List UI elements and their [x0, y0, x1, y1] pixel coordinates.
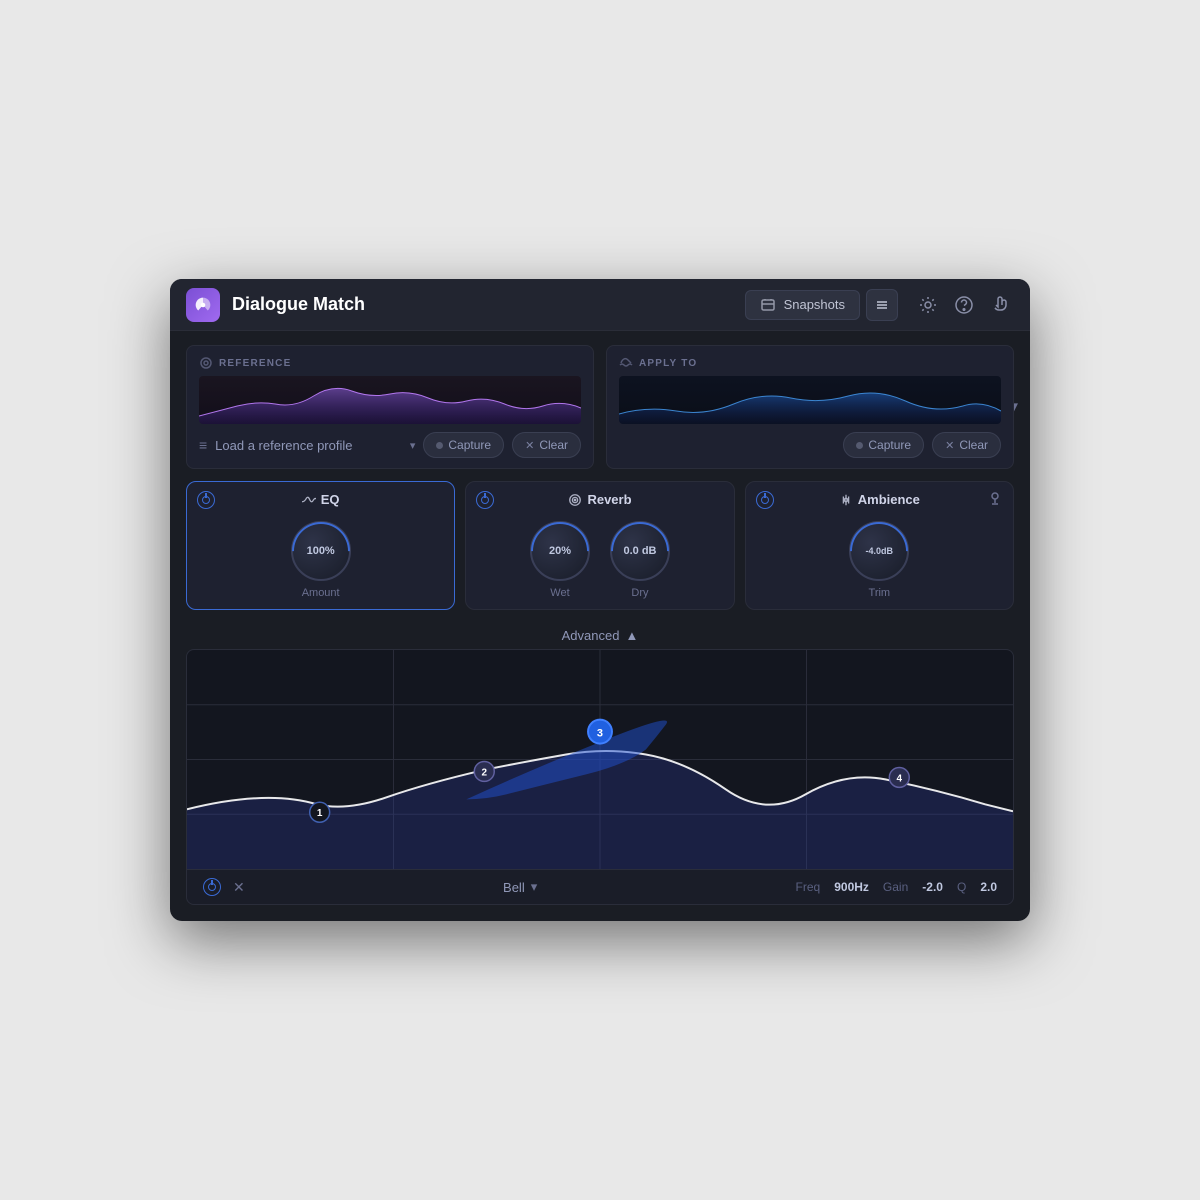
eq-graph[interactable]: 1 2 3 4	[186, 649, 1014, 869]
svg-text:4: 4	[896, 773, 902, 784]
apply-to-label: APPLY TO	[619, 356, 1001, 370]
clear-x-icon: ✕	[525, 439, 534, 452]
reference-panel: REFERENCE	[186, 345, 594, 469]
eq-amount-value: 100%	[307, 545, 335, 557]
reference-capture-button[interactable]: Capture	[423, 432, 504, 458]
apply-waveform	[619, 376, 1001, 424]
gain-label: Gain	[883, 880, 908, 894]
top-panels: REFERENCE	[186, 345, 1014, 469]
advanced-arrow-icon: ▲	[625, 628, 638, 643]
capture-dot-icon	[436, 442, 443, 449]
gain-value: -2.0	[922, 880, 943, 894]
app-title: Dialogue Match	[232, 294, 745, 315]
ambience-name: Ambience	[839, 492, 920, 507]
effect-panels: EQ 100% Amount	[186, 481, 1014, 610]
eq-bottom-bar: ✕ Bell ▾ Freq 900Hz Gain -2.0 Q 2.0	[186, 869, 1014, 905]
ambience-power-icon	[761, 496, 769, 504]
reference-clear-button[interactable]: ✕ Clear	[512, 432, 581, 458]
ambience-header: Ambience	[756, 492, 1003, 507]
reverb-dry-knob-wrap: 0.0 dB Dry	[610, 521, 670, 599]
eq-bottom-power-button[interactable]	[203, 878, 221, 896]
advanced-toggle[interactable]: Advanced ▲	[186, 622, 1014, 649]
reference-profile-select[interactable]: Load a reference profile	[215, 438, 398, 453]
freq-value: 900Hz	[834, 880, 869, 894]
eq-amount-knob[interactable]: 100%	[291, 521, 351, 581]
eq-close-button[interactable]: ✕	[233, 879, 245, 896]
svg-text:2: 2	[482, 767, 488, 778]
ambience-listen-icon[interactable]	[987, 490, 1003, 509]
reverb-power-icon	[481, 496, 489, 504]
reverb-wet-knob[interactable]: 20%	[530, 521, 590, 581]
reverb-dry-label: Dry	[631, 587, 648, 599]
reverb-wet-knob-wrap: 20% Wet	[530, 521, 590, 599]
reverb-header: Reverb	[476, 492, 723, 507]
eq-power-button[interactable]	[197, 491, 215, 509]
eq-params: Freq 900Hz Gain -2.0 Q 2.0	[796, 880, 997, 894]
app-window: Dialogue Match Snapshots	[170, 279, 1030, 921]
title-bar-right	[914, 291, 1014, 319]
svg-text:3: 3	[597, 728, 603, 740]
main-content: ▾ REFERENCE	[170, 331, 1030, 921]
settings-icon[interactable]	[914, 291, 942, 319]
ambience-trim-value: -4.0dB	[866, 546, 894, 556]
apply-clear-button[interactable]: ✕ Clear	[932, 432, 1001, 458]
gesture-icon[interactable]	[986, 291, 1014, 319]
ambience-trim-label: Trim	[869, 587, 891, 599]
q-label: Q	[957, 880, 966, 894]
reverb-card: Reverb 20% Wet 0.0 dB Dry	[465, 481, 734, 610]
q-value: 2.0	[980, 880, 997, 894]
snapshots-label: Snapshots	[784, 297, 845, 312]
ambience-power-button[interactable]	[756, 491, 774, 509]
eq-power-icon	[202, 496, 210, 504]
eq-type-arrow-icon: ▾	[531, 879, 538, 895]
svg-text:1: 1	[317, 808, 323, 819]
advanced-label: Advanced	[562, 628, 620, 643]
reverb-dry-value: 0.0 dB	[623, 545, 656, 557]
ambience-card: Ambience -4.0dB Trim	[745, 481, 1014, 610]
reference-menu-icon[interactable]: ≡	[199, 437, 207, 453]
reverb-wet-label: Wet	[550, 587, 569, 599]
reference-controls: ≡ Load a reference profile ▾ Capture ✕ C…	[199, 432, 581, 458]
app-logo	[186, 288, 220, 322]
eq-header: EQ	[197, 492, 444, 507]
apply-to-panel: APPLY TO	[606, 345, 1014, 469]
eq-knob-container: 100% Amount	[197, 521, 444, 599]
apply-capture-dot-icon	[856, 442, 863, 449]
ambience-knob-container: -4.0dB Trim	[756, 521, 1003, 599]
freq-label: Freq	[796, 880, 821, 894]
hamburger-menu-button[interactable]	[866, 289, 898, 321]
eq-name: EQ	[302, 492, 340, 507]
apply-capture-button[interactable]: Capture	[843, 432, 924, 458]
reverb-dry-knob[interactable]: 0.0 dB	[610, 521, 670, 581]
eq-bottom-power-icon	[208, 883, 216, 891]
apply-controls: Capture ✕ Clear	[619, 432, 1001, 458]
reverb-knob-container: 20% Wet 0.0 dB Dry	[476, 521, 723, 599]
eq-amount-knob-wrap: 100% Amount	[291, 521, 351, 599]
eq-type-label: Bell	[503, 880, 525, 895]
eq-card: EQ 100% Amount	[186, 481, 455, 610]
snapshots-button[interactable]: Snapshots	[745, 290, 860, 320]
eq-amount-label: Amount	[302, 587, 340, 599]
reference-dropdown-arrow-icon[interactable]: ▾	[410, 439, 416, 452]
reverb-power-button[interactable]	[476, 491, 494, 509]
reference-waveform	[199, 376, 581, 424]
ambience-trim-knob[interactable]: -4.0dB	[849, 521, 909, 581]
ambience-trim-knob-wrap: -4.0dB Trim	[849, 521, 909, 599]
eq-type-select[interactable]: Bell ▾	[257, 879, 784, 895]
reference-label: REFERENCE	[199, 356, 581, 370]
title-bar: Dialogue Match Snapshots	[170, 279, 1030, 331]
reverb-name: Reverb	[568, 492, 631, 507]
help-icon[interactable]	[950, 291, 978, 319]
reverb-wet-value: 20%	[549, 545, 571, 557]
apply-clear-x-icon: ✕	[945, 439, 954, 452]
